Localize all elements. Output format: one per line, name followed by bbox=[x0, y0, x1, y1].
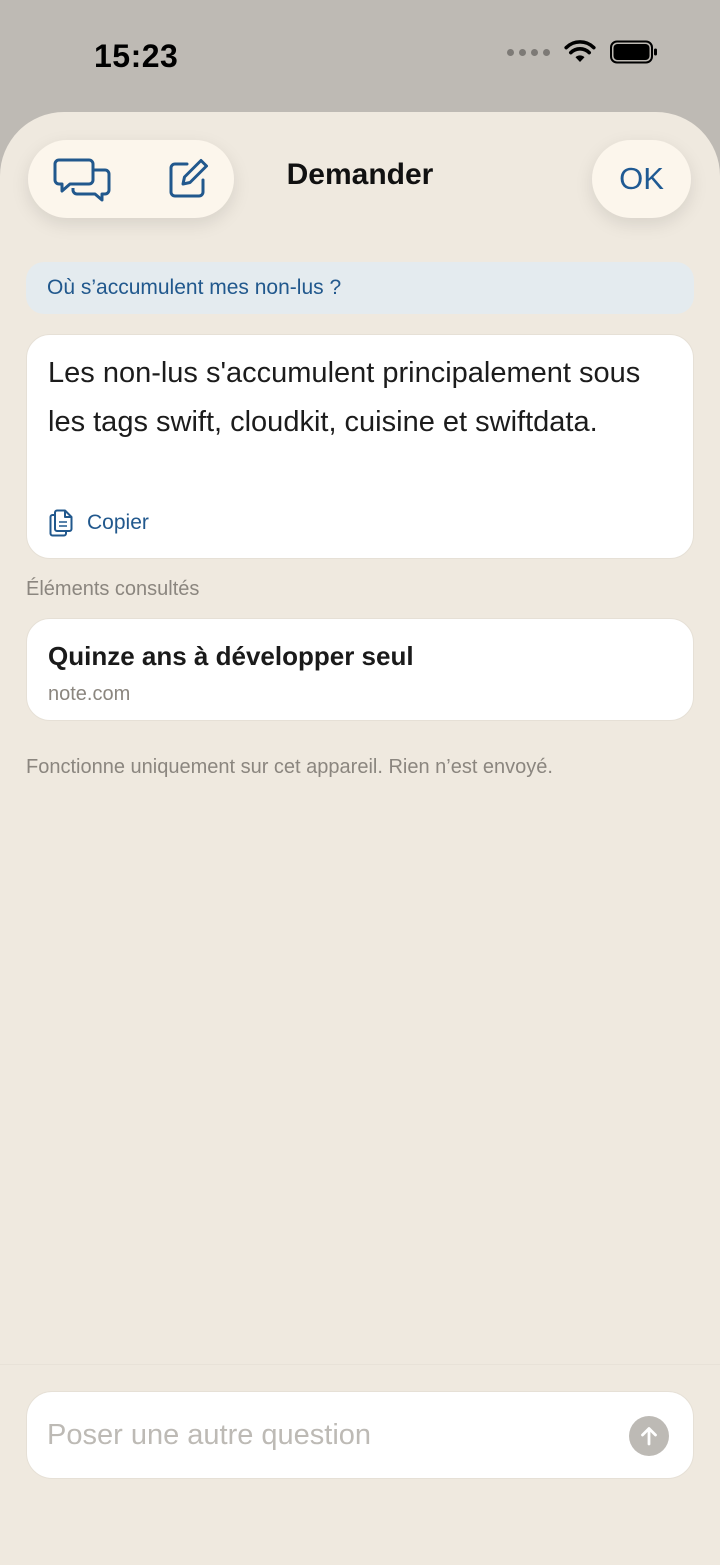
privacy-note: Fonctionne uniquement sur cet appareil. … bbox=[26, 756, 553, 778]
status-bar: 15:23 bbox=[0, 0, 720, 112]
source-item[interactable]: Quinze ans à développer seul note.com bbox=[26, 618, 694, 721]
status-icons bbox=[507, 40, 658, 64]
cellular-signal-icon bbox=[507, 48, 550, 56]
copy-button[interactable]: Copier bbox=[49, 509, 149, 537]
source-domain: note.com bbox=[48, 683, 131, 705]
wifi-icon bbox=[564, 40, 596, 62]
copy-label: Copier bbox=[87, 511, 149, 534]
status-time: 15:23 bbox=[94, 38, 179, 74]
user-question-text: Où s’accumulent mes non-lus ? bbox=[47, 276, 342, 299]
sources-section-label: Éléments consultés bbox=[26, 578, 200, 600]
question-input-container bbox=[26, 1391, 694, 1479]
answer-card: Les non-lus s'accumulent principalement … bbox=[26, 334, 694, 559]
ask-sheet: Demander OK Où s’accumulent mes non-lus … bbox=[0, 112, 720, 1565]
answer-text: Les non-lus s'accumulent principalement … bbox=[48, 357, 641, 438]
send-button[interactable] bbox=[629, 1416, 669, 1456]
composer-area bbox=[0, 1364, 720, 1565]
copy-icon bbox=[49, 509, 73, 537]
battery-icon bbox=[610, 40, 657, 64]
ok-button[interactable]: OK bbox=[592, 140, 691, 218]
user-question-bubble: Où s’accumulent mes non-lus ? bbox=[26, 262, 694, 314]
question-input[interactable] bbox=[47, 1392, 607, 1478]
arrow-up-icon bbox=[641, 1427, 657, 1446]
source-title: Quinze ans à développer seul bbox=[48, 641, 414, 671]
